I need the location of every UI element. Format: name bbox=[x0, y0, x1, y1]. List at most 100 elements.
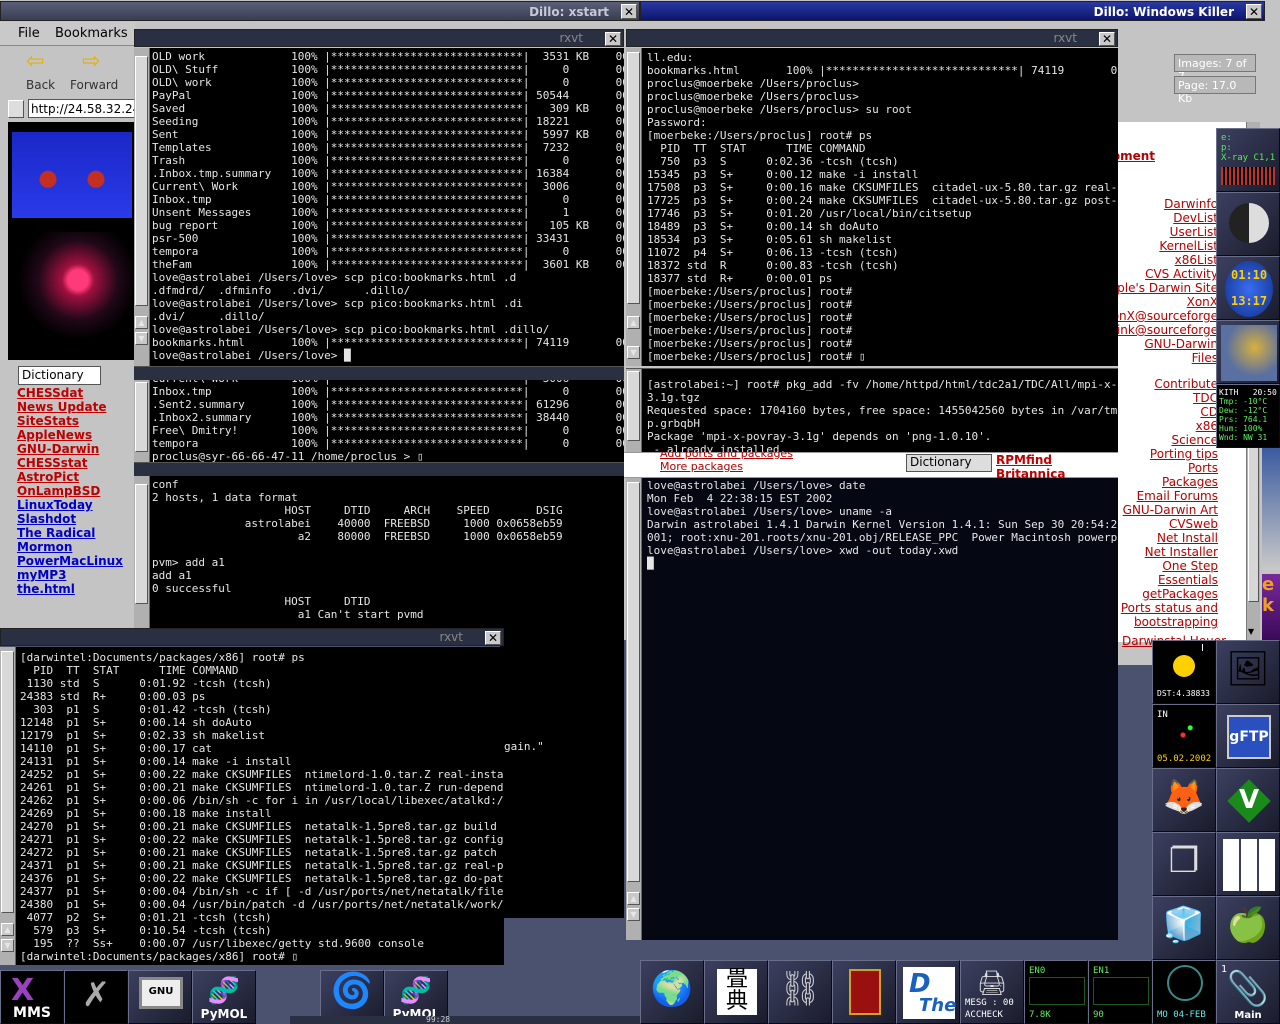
link-item[interactable]: Contribute bbox=[1154, 377, 1218, 391]
url-input[interactable] bbox=[28, 99, 138, 118]
scroll-thumb[interactable] bbox=[135, 484, 148, 604]
terminal-6[interactable]: [astrolabei:~] root# pkg_add -fv /home/h… bbox=[626, 368, 1118, 452]
term2-titlebar[interactable] bbox=[134, 366, 624, 380]
menu-bookmarks[interactable]: Bookmarks bbox=[55, 26, 128, 41]
office-launcher[interactable] bbox=[1216, 832, 1280, 896]
dictionary-field-2[interactable]: Dictionary bbox=[906, 454, 992, 472]
dillo-right-titlebar[interactable]: Dillo: Windows Killer ✕ bbox=[640, 1, 1265, 21]
cube-launcher[interactable]: 🧊 bbox=[1152, 896, 1216, 960]
link-item[interactable]: AppleNews bbox=[17, 428, 135, 442]
scrollbar[interactable] bbox=[134, 476, 150, 628]
close-icon[interactable]: ✕ bbox=[485, 631, 501, 645]
link-item[interactable]: Porting tips bbox=[1150, 447, 1218, 461]
close-icon[interactable]: ✕ bbox=[1099, 32, 1115, 46]
lock-launcher[interactable]: ⛓ bbox=[768, 960, 832, 1024]
apple-launcher[interactable]: 🍏 bbox=[1216, 896, 1280, 960]
link-item[interactable]: KernelList bbox=[1159, 239, 1218, 253]
clock-dockapp[interactable]: 01:10 13:17 bbox=[1216, 256, 1280, 320]
scroll-up-icon[interactable]: ▲ bbox=[627, 316, 640, 329]
close-icon[interactable]: ✕ bbox=[1246, 4, 1262, 19]
terminal-7[interactable]: ▲ ▼ love@astrolabei /Users/love> date Mon… bbox=[626, 478, 1118, 940]
link-item[interactable]: Email Forums bbox=[1137, 489, 1218, 503]
scroll-thumb[interactable] bbox=[1, 651, 14, 913]
scrollbar[interactable]: ▲ ▼ bbox=[0, 647, 16, 965]
close-icon[interactable]: ✕ bbox=[605, 32, 621, 46]
link-item[interactable]: Ports bbox=[1188, 461, 1218, 475]
link-item[interactable]: x86 bbox=[1196, 419, 1218, 433]
link-item[interactable]: CVSweb bbox=[1169, 517, 1218, 531]
link-item[interactable]: the.html bbox=[17, 582, 135, 596]
link-item[interactable]: CVS Activity bbox=[1145, 267, 1218, 281]
close-icon[interactable]: ✕ bbox=[621, 4, 637, 19]
link-item[interactable]: Slashdot bbox=[17, 512, 135, 526]
dillo-left-titlebar[interactable]: Dillo: xstart ✕ bbox=[0, 1, 640, 21]
weather-dockapp[interactable]: KITH 20:50 Tmp: -10°C Dew: -12°C Prs: 764.1… bbox=[1216, 384, 1280, 448]
book-launcher[interactable] bbox=[832, 960, 896, 1024]
scroll-thumb[interactable] bbox=[135, 56, 148, 306]
link-item[interactable]: AstroPict bbox=[17, 470, 135, 484]
scrollbar[interactable] bbox=[626, 369, 642, 452]
more-packages-link[interactable]: More packages bbox=[660, 460, 743, 473]
link-item[interactable]: Fink@sourceforge bbox=[1111, 323, 1218, 337]
link-item[interactable]: GNU-Darwin bbox=[1144, 337, 1218, 351]
link-item[interactable]: CHESSdat bbox=[17, 386, 135, 400]
terminal-4[interactable]: ▲ ▼ [darwintel:Documents/packages/x86] r… bbox=[0, 647, 504, 965]
main-clip[interactable]: 1 📎 Main bbox=[1216, 960, 1280, 1024]
forward-button[interactable]: ⇨ Forward bbox=[68, 51, 128, 93]
url-clear-button[interactable] bbox=[8, 100, 24, 118]
sysmon-dockapp[interactable]: e: p: X-ray C1,1 bbox=[1216, 128, 1280, 192]
gimp-launcher[interactable]: 🦊 bbox=[1152, 768, 1216, 832]
scroll-thumb[interactable] bbox=[627, 371, 640, 441]
photo-dockapp[interactable]: 🖼 bbox=[1216, 640, 1280, 704]
link-item[interactable]: CHESSstat bbox=[17, 456, 135, 470]
term3-titlebar[interactable] bbox=[134, 462, 624, 476]
pymol-launcher[interactable]: 🧬 PyMOL bbox=[192, 970, 256, 1024]
term5-titlebar[interactable]: rxvt ✕ bbox=[626, 29, 1118, 47]
gftp-launcher[interactable]: gFTP bbox=[1216, 704, 1280, 768]
chinese-launcher[interactable]: 畳典 bbox=[704, 960, 768, 1024]
link-item[interactable]: Science bbox=[1171, 433, 1218, 447]
date-dockapp[interactable]: IN 05.02.2002 bbox=[1152, 704, 1216, 768]
link-item[interactable]: Files bbox=[1192, 351, 1218, 365]
link-item[interactable]: TDC bbox=[1193, 391, 1218, 405]
link-item[interactable]: Mormon bbox=[17, 540, 135, 554]
gnu-launcher[interactable]: GNU bbox=[128, 970, 192, 1024]
term4-titlebar[interactable]: rxvt ✕ bbox=[0, 628, 504, 646]
link-item[interactable]: SiteStats bbox=[17, 414, 135, 428]
mesg-dockapp[interactable]: 🖨 MESG : 00 ACCHECK bbox=[960, 960, 1024, 1024]
scroll-up-icon[interactable]: ▲ bbox=[135, 316, 148, 329]
net1-dockapp[interactable]: EN1 90 bbox=[1088, 960, 1152, 1024]
link-item[interactable]: DevList bbox=[1173, 211, 1218, 225]
rpmfind-link[interactable]: RPMfind bbox=[996, 453, 1052, 467]
dictionary-field[interactable]: Dictionary bbox=[18, 366, 101, 385]
xmms-launcher[interactable]: ✗ bbox=[64, 970, 128, 1024]
terminal-2[interactable]: Current\ Work 100% |********************… bbox=[134, 380, 624, 462]
scroll-up-icon[interactable]: ▲ bbox=[627, 892, 640, 905]
link-item[interactable]: Ports status and bbox=[1121, 601, 1218, 615]
scroll-thumb[interactable] bbox=[135, 382, 148, 452]
back-button[interactable]: ⇦ Back bbox=[18, 51, 58, 93]
link-item[interactable]: The Radical bbox=[17, 526, 135, 540]
link-item[interactable]: PowerMacLinux bbox=[17, 554, 135, 568]
link-item[interactable]: News Update bbox=[17, 400, 135, 414]
scrollbar[interactable]: ▲ ▼ bbox=[134, 48, 150, 366]
link-item[interactable]: One Step bbox=[1162, 559, 1218, 573]
link-item[interactable]: x86List bbox=[1175, 253, 1218, 267]
link-item[interactable]: pple's Darwin Site bbox=[1110, 281, 1218, 295]
scroll-thumb[interactable] bbox=[627, 52, 640, 304]
link-item[interactable]: XonX bbox=[1187, 295, 1218, 309]
link-item[interactable]: Essentials bbox=[1158, 573, 1218, 587]
scroll-down-icon[interactable]: ▼ bbox=[135, 332, 148, 345]
link-item[interactable]: Net Install bbox=[1157, 531, 1218, 545]
scrollbar[interactable]: ▲ ▼ bbox=[626, 48, 642, 366]
sun-dockapp[interactable]: I DST:4.38833 bbox=[1152, 640, 1216, 704]
scroll-down-icon[interactable]: ▼ bbox=[627, 346, 640, 359]
terminal-1[interactable]: ▲ ▼ OLD work 100% |*********************… bbox=[134, 48, 624, 366]
globe-launcher[interactable]: 🌍 bbox=[640, 960, 704, 1024]
term1-titlebar[interactable]: rxvt ✕ bbox=[134, 29, 624, 47]
terminal-3[interactable]: conf 2 hosts, 1 data format HOST DTID ARC… bbox=[134, 476, 624, 628]
link-item[interactable]: Net Installer bbox=[1145, 545, 1218, 559]
scroll-up-icon[interactable]: ▲ bbox=[1, 923, 14, 936]
scroll-down-icon[interactable]: ▼ bbox=[627, 908, 640, 921]
the-launcher[interactable]: D The bbox=[896, 960, 960, 1024]
